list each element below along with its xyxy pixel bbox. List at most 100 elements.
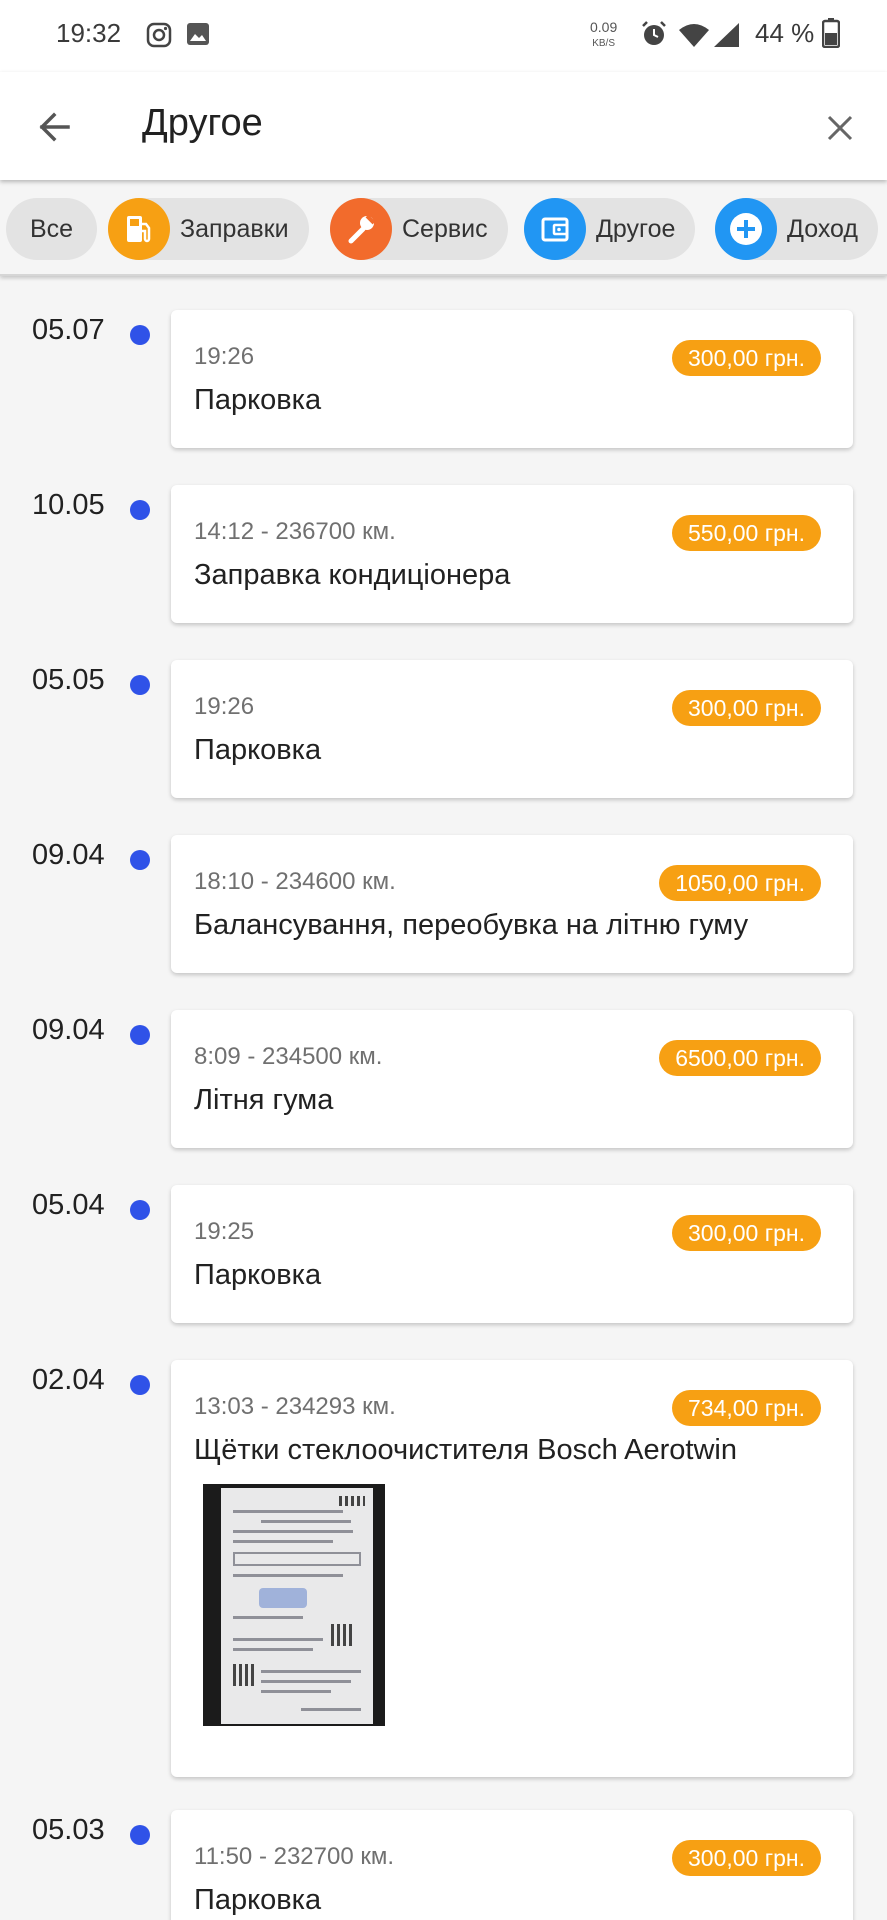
filter-chip-other[interactable]: Другое <box>524 198 696 260</box>
timeline-dot <box>130 675 150 695</box>
entry-card[interactable]: 11:50 - 232700 км. 300,00 грн. Парковка <box>171 1810 853 1920</box>
filter-chip-service[interactable]: Сервис <box>330 198 508 260</box>
entry-name: Балансування, переобувка на літню гуму <box>194 909 749 941</box>
instagram-icon <box>146 22 172 53</box>
timeline-dot <box>130 325 150 345</box>
text-line <box>301 1708 361 1711</box>
filter-chip-label: Доход <box>787 214 858 243</box>
text-line <box>261 1680 351 1683</box>
entry-name: Заправка кондиціонера <box>194 559 511 591</box>
timeline-dot <box>130 500 150 520</box>
entry-meta: 18:10 - 234600 км. <box>194 868 396 895</box>
timeline-dot <box>130 1825 150 1845</box>
network-speed: 0.09 KB/S <box>590 20 617 51</box>
text-line <box>261 1690 331 1693</box>
text-line <box>233 1574 343 1577</box>
table-grid <box>233 1552 361 1566</box>
filter-chip-label: Заправки <box>180 214 289 243</box>
filter-chip-label: Другое <box>596 214 676 243</box>
text-line <box>233 1510 343 1513</box>
entry-card[interactable]: 13:03 - 234293 км. 734,00 грн. Щётки сте… <box>171 1360 853 1777</box>
fuel-pump-icon <box>108 198 170 260</box>
network-speed-value: 0.09 <box>590 19 618 35</box>
entry-date: 02.04 <box>32 1364 105 1396</box>
entry-card[interactable]: 19:26 300,00 грн. Парковка <box>171 310 853 448</box>
price-badge: 300,00 грн. <box>671 1215 821 1251</box>
entry-name: Парковка <box>194 1259 322 1291</box>
qr-code-graphic <box>233 1664 255 1686</box>
text-line <box>261 1520 351 1523</box>
receipt-paper <box>221 1488 373 1724</box>
close-icon <box>827 115 853 141</box>
entry-date: 05.05 <box>32 664 105 696</box>
wrench-icon <box>330 198 392 260</box>
close-button[interactable] <box>820 108 860 148</box>
entry-name: Щётки стеклоочистителя Bosch Aerotwin <box>194 1434 737 1466</box>
price-badge: 300,00 грн. <box>671 1840 821 1876</box>
page-title: Другое <box>142 102 263 144</box>
text-line <box>233 1540 333 1543</box>
filter-chip-fuel[interactable]: Заправки <box>108 198 309 260</box>
network-speed-unit: KB/S <box>592 38 616 49</box>
cell-signal-icon <box>712 22 740 53</box>
text-line <box>233 1616 303 1619</box>
text-line <box>233 1530 353 1533</box>
entry-card[interactable]: 19:25 300,00 грн. Парковка <box>171 1185 853 1323</box>
stamp-graphic <box>259 1588 307 1608</box>
price-badge: 550,00 грн. <box>671 515 821 551</box>
timeline-dot <box>130 1025 150 1045</box>
wifi-icon <box>678 22 710 53</box>
barcode-graphic <box>339 1496 365 1506</box>
battery-percent: 44 % <box>755 18 815 48</box>
price-badge: 300,00 грн. <box>671 340 821 376</box>
app-bar: Другое <box>0 72 887 180</box>
wallet-icon <box>524 198 586 260</box>
price-badge: 300,00 грн. <box>671 690 821 726</box>
timeline-dot <box>130 850 150 870</box>
filter-chip-label: Сервис <box>402 214 488 243</box>
entry-date: 09.04 <box>32 1014 105 1046</box>
qr-code-graphic <box>331 1624 353 1646</box>
price-badge: 734,00 грн. <box>671 1390 821 1426</box>
plus-icon <box>715 198 777 260</box>
entry-date: 10.05 <box>32 489 105 521</box>
entry-name: Парковка <box>194 1884 322 1916</box>
entry-name: Літня гума <box>194 1084 334 1116</box>
entry-card[interactable]: 14:12 - 236700 км. 550,00 грн. Заправка … <box>171 485 853 623</box>
text-line <box>233 1638 323 1641</box>
status-time: 19:32 <box>56 18 122 48</box>
receipt-photo[interactable] <box>203 1484 385 1726</box>
status-bar: 19:32 0.09 KB/S 44 % <box>0 0 887 72</box>
filter-chip-label: Все <box>30 214 74 243</box>
back-button[interactable] <box>30 102 80 152</box>
price-badge: 6500,00 грн. <box>659 1040 821 1076</box>
arrow-left-icon <box>39 112 70 142</box>
entry-date: 05.04 <box>32 1189 105 1221</box>
entry-date: 05.03 <box>32 1814 105 1846</box>
entry-name: Парковка <box>194 734 322 766</box>
entry-meta: 13:03 - 234293 км. <box>194 1393 396 1420</box>
entry-date: 09.04 <box>32 839 105 871</box>
text-line <box>233 1648 313 1651</box>
gallery-icon <box>186 22 210 51</box>
battery-icon <box>821 18 841 53</box>
filter-chip-income[interactable]: Доход <box>715 198 878 260</box>
price-badge: 1050,00 грн. <box>659 865 821 901</box>
entry-meta: 14:12 - 236700 км. <box>194 518 396 545</box>
entry-name: Парковка <box>194 384 322 416</box>
entry-card[interactable]: 8:09 - 234500 км. 6500,00 грн. Літня гум… <box>171 1010 853 1148</box>
timeline-dot <box>130 1200 150 1220</box>
timeline-dot <box>130 1375 150 1395</box>
entry-meta: 19:26 <box>194 693 255 720</box>
filter-bar: Все Заправки Сервис Другое Доход <box>0 180 887 276</box>
entry-meta: 8:09 - 234500 км. <box>194 1043 383 1070</box>
entry-card[interactable]: 18:10 - 234600 км. 1050,00 грн. Балансув… <box>171 835 853 973</box>
text-line <box>261 1670 361 1673</box>
entry-meta: 11:50 - 232700 км. <box>194 1843 395 1870</box>
alarm-icon <box>640 20 668 53</box>
entry-meta: 19:26 <box>194 343 255 370</box>
entry-date: 05.07 <box>32 314 105 346</box>
filter-chip-all[interactable]: Все <box>6 198 98 260</box>
entry-meta: 19:25 <box>194 1218 255 1245</box>
entry-card[interactable]: 19:26 300,00 грн. Парковка <box>171 660 853 798</box>
